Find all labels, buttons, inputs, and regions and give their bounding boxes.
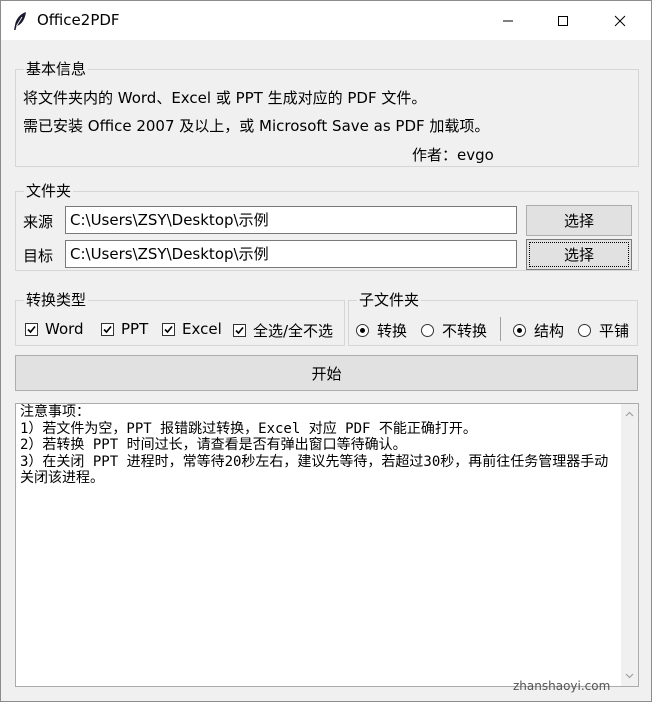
notes-scrollbar[interactable] [621,404,638,686]
radio-selected-icon [356,324,369,337]
author-label: 作者：evgo [412,146,494,164]
convert-type-legend: 转换类型 [24,291,89,309]
radio-unselected-icon [578,324,591,337]
word-checkbox-label: Word [45,320,84,338]
info-line-1: 将文件夹内的 Word、Excel 或 PPT 生成对应的 PDF 文件。 [23,89,427,107]
notes-textarea[interactable]: 注意事项： 1）若文件为空，PPT 报错跳过转换，Excel 对应 PDF 不能… [15,403,639,687]
source-select-button[interactable]: 选择 [526,205,632,236]
subfolder-no-convert-radio[interactable]: 不转换 [421,320,487,341]
select-all-checkbox-label: 全选/全不选 [253,322,334,340]
target-select-button[interactable]: 选择 [526,239,632,270]
target-label: 目标 [23,247,54,265]
window-title: Office2PDF [37,11,120,29]
ppt-checkbox-label: PPT [121,320,149,338]
target-path-input[interactable]: C:\Users\ZSY\Desktop\示例 [65,240,517,268]
checkmark-icon [25,322,38,336]
start-button[interactable]: 开始 [15,355,638,391]
folder-legend: 文件夹 [24,182,74,200]
close-icon [614,15,626,26]
source-label: 来源 [23,213,54,231]
title-bar[interactable]: Office2PDF [1,1,651,40]
minimize-button[interactable] [485,1,531,40]
subfolder-convert-label: 转换 [377,322,408,340]
source-path-input[interactable]: C:\Users\ZSY\Desktop\示例 [65,206,517,234]
subfolder-no-convert-label: 不转换 [442,322,488,340]
scroll-down-icon[interactable] [625,671,634,680]
subfolder-legend: 子文件夹 [357,291,422,309]
excel-checkbox[interactable]: Excel [162,320,222,338]
feather-icon [11,11,29,31]
excel-checkbox-label: Excel [182,320,222,338]
scroll-up-icon[interactable] [625,410,634,419]
app-window: Office2PDF 基本信息 将文件夹内的 Word、Excel 或 PPT … [0,0,652,702]
layout-flat-label: 平铺 [599,322,630,340]
layout-structure-radio[interactable]: 结构 [513,320,564,341]
radio-unselected-icon [421,324,434,337]
select-all-checkbox[interactable]: 全选/全不选 [233,320,333,341]
layout-structure-label: 结构 [534,322,565,340]
layout-flat-radio[interactable]: 平铺 [578,320,629,341]
basic-info-legend: 基本信息 [24,60,89,78]
ppt-checkbox[interactable]: PPT [101,320,148,338]
radio-group-divider [500,317,501,341]
notes-text: 注意事项： 1）若文件为空，PPT 报错跳过转换，Excel 对应 PDF 不能… [20,404,609,486]
watermark-text: zhanshaoyi.com [513,679,611,693]
radio-selected-icon [513,324,526,337]
checkmark-icon [162,322,175,336]
subfolder-convert-radio[interactable]: 转换 [356,320,407,341]
maximize-icon [558,15,568,26]
checkmark-icon [101,322,114,336]
maximize-button[interactable] [540,1,586,40]
minimize-icon [503,20,513,21]
close-button[interactable] [597,1,643,40]
info-line-2: 需已安装 Office 2007 及以上，或 Microsoft Save as… [23,117,490,135]
word-checkbox[interactable]: Word [25,320,84,338]
checkmark-icon [233,324,246,337]
